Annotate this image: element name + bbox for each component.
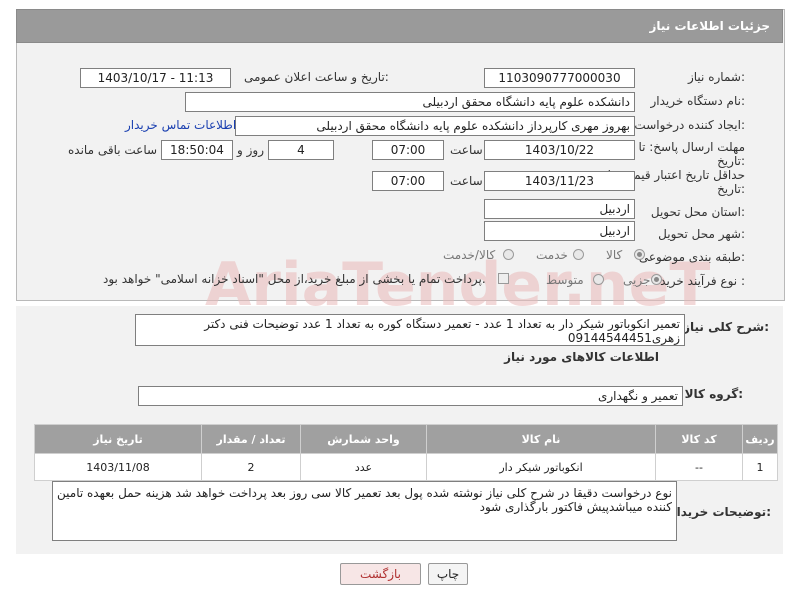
- process-minor-label: جزیی: [623, 273, 651, 287]
- treasury-payment-note: پرداخت تمام یا بخشی از مبلغ خرید،از محل …: [103, 272, 486, 286]
- process-label: نوع فرآیند خرید :: [660, 274, 745, 288]
- col-date: تاریخ نیاز: [34, 424, 202, 454]
- cell-date: 1403/11/08: [34, 453, 202, 481]
- city-label: شهر محل تحویل:: [658, 227, 745, 241]
- category-radio-goods[interactable]: [634, 249, 645, 260]
- buyer-contact-link[interactable]: اطلاعات تماس خریدار: [125, 118, 236, 132]
- need-number-label: شماره نیاز:: [687, 70, 745, 84]
- category-label: طبقه بندی موضوعی:: [638, 250, 745, 264]
- treasury-payment-checkbox[interactable]: [498, 273, 509, 284]
- creator-field: بهروز مهری کارپرداز دانشکده علوم پایه دا…: [235, 116, 635, 136]
- province-field: اردبیل: [484, 199, 635, 219]
- col-row: ردیف: [742, 424, 778, 454]
- deadline-label-2: تاریخ:: [717, 154, 745, 168]
- remaining-days-field: 4: [268, 140, 334, 160]
- cell-qty: 2: [201, 453, 301, 481]
- validity-time-field: 07:00: [372, 171, 444, 191]
- province-label: استان محل تحویل:: [650, 205, 745, 219]
- col-name: نام کالا: [426, 424, 656, 454]
- col-unit: واحد شمارش: [300, 424, 427, 454]
- panel-title: جزئیات اطلاعات نیاز: [649, 19, 770, 33]
- back-button[interactable]: بازگشت: [340, 563, 421, 585]
- cell-name: انکوباتور شیکر دار: [426, 453, 656, 481]
- col-qty: تعداد / مقدار: [201, 424, 301, 454]
- validity-date-field: 1403/11/23: [484, 171, 635, 191]
- goods-group-field: تعمیر و نگهداری: [138, 386, 683, 406]
- deadline-label: مهلت ارسال پاسخ: تا: [638, 140, 745, 154]
- cell-code: --: [655, 453, 743, 481]
- goods-table: ردیف کد کالا نام کالا واحد شمارش تعداد /…: [34, 424, 778, 481]
- process-radio-minor[interactable]: [651, 274, 662, 285]
- days-label: روز و: [237, 143, 264, 157]
- category-radio-both[interactable]: [503, 249, 514, 260]
- category-service-label: خدمت: [536, 248, 568, 262]
- table-row: 1 -- انکوباتور شیکر دار عدد 2 1403/11/08: [34, 453, 778, 481]
- goods-section-title: اطلاعات کالاهای مورد نیاز: [504, 350, 659, 364]
- validity-time-label: ساعت: [450, 174, 483, 188]
- buyer-notes-label: توضیحات خریدار:: [669, 505, 771, 519]
- announce-label: تاریخ و ساعت اعلان عمومی:: [244, 70, 389, 84]
- remaining-label: ساعت باقی مانده: [68, 143, 158, 157]
- cell-row: 1: [742, 453, 778, 481]
- buyer-notes-textarea[interactable]: نوع درخواست دقیقا در شرح کلی نیاز نوشته …: [52, 481, 677, 541]
- print-button[interactable]: چاپ: [428, 563, 468, 585]
- process-radio-medium[interactable]: [593, 274, 604, 285]
- city-field: اردبیل: [484, 221, 635, 241]
- validity-label-2: تاریخ:: [717, 182, 745, 196]
- buyer-org-field: دانشکده علوم پایه دانشگاه محقق اردبیلی: [185, 92, 635, 112]
- creator-label: ایجاد کننده درخواست:: [634, 118, 745, 132]
- cell-unit: عدد: [300, 453, 427, 481]
- goods-group-label: گروه کالا:: [684, 387, 743, 401]
- process-medium-label: متوسط: [546, 273, 584, 287]
- panel-header: جزئیات اطلاعات نیاز: [16, 9, 783, 43]
- deadline-date-field: 1403/10/22: [484, 140, 635, 160]
- remaining-time-field: 18:50:04: [161, 140, 233, 160]
- buyer-org-label: نام دستگاه خریدار:: [650, 94, 746, 108]
- deadline-time-label: ساعت: [450, 143, 483, 157]
- category-both-label: کالا/خدمت: [443, 248, 496, 262]
- category-goods-label: کالا: [606, 248, 623, 262]
- deadline-time-field: 07:00: [372, 140, 444, 160]
- summary-label: شرح کلی نیاز:: [683, 320, 769, 334]
- need-number-field: 1103090777000030: [484, 68, 635, 88]
- announce-field: 1403/10/17 - 11:13: [80, 68, 231, 88]
- category-radio-service[interactable]: [573, 249, 584, 260]
- summary-textarea[interactable]: تعمیر انکوباتور شیکر دار به تعداد 1 عدد …: [135, 314, 685, 346]
- col-code: کد کالا: [655, 424, 743, 454]
